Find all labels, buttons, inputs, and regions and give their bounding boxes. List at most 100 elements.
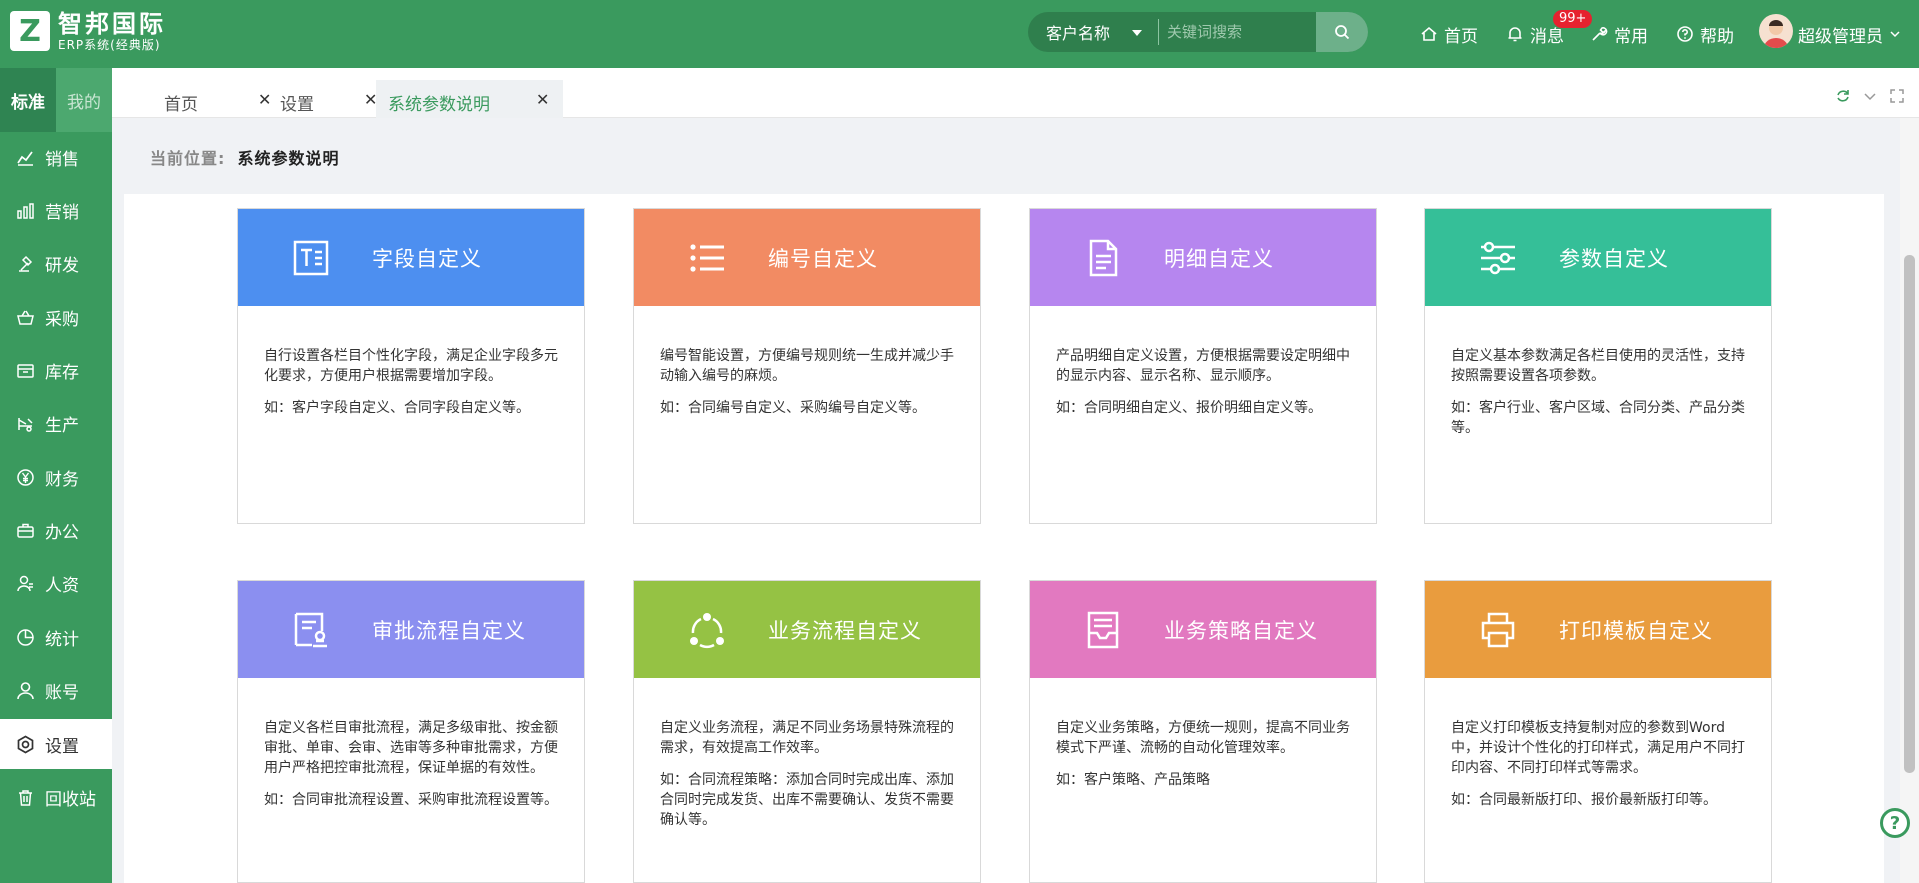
feature-card-title: 字段自定义 [372,246,482,271]
feature-card[interactable]: 业务流程自定义 自定义业务流程，满足不同业务场景特殊流程的需求，有效提高工作效率。… [633,580,981,883]
tab-home-label: 首页 [164,95,198,115]
home-icon [1421,26,1437,41]
basket-icon [17,310,34,325]
feature-card-description: 自定义打印模板支持复制对应的参数到Word中，并设计个性化的打印样式，满足用户不… [1451,720,1745,776]
sidebar-item-research[interactable]: 研发 [0,238,112,288]
caret-down-icon [1132,30,1142,36]
refresh-icon[interactable] [1835,88,1851,104]
nav-home[interactable]: 首页 [1420,0,1478,68]
user-menu[interactable]: 超级管理员 [1798,0,1907,68]
breadcrumb-current: 系统参数说明 [237,149,340,168]
sidebar-item-user[interactable]: 账号 [0,665,112,715]
sidebar-item-settings[interactable]: 设置 [0,719,112,769]
feature-card-title: 明细自定义 [1164,246,1274,271]
logo[interactable]: Z 智邦国际 ERP系统(经典版) [10,10,166,52]
brand-subtitle: ERP系统(经典版) [58,38,161,52]
production-icon [18,417,33,432]
feature-card-example: 如：客户行业、客户区域、合同分类、产品分类等。 [1451,400,1745,436]
help-float-button[interactable]: ? [1880,808,1910,838]
sidebar-tab-mine[interactable]: 我的 [56,68,112,132]
flow-icon [690,612,724,648]
sidebar-item-label: 人资 [45,575,79,596]
nav-help[interactable]: 帮助 [1676,0,1734,68]
sidebar-item-pie[interactable]: 统计 [0,612,112,662]
sidebar-item-inventory[interactable]: 库存 [0,345,112,395]
search-icon [1335,25,1350,40]
tab-settings[interactable]: 设置 ✕ [272,80,384,118]
pie-icon [17,628,34,646]
search-input[interactable] [1159,12,1319,52]
global-search: 客户名称 [1028,12,1368,52]
sidebar-tab-standard[interactable]: 标准 [0,68,56,132]
sidebar-item-label: 账号 [45,682,79,703]
sidebar: 标准 我的 销售营销研发 采购库存生产财务办公人资统计账号设置 回收站 [0,68,112,883]
chevron-down-icon[interactable] [1863,88,1877,104]
sidebar-item-label: 营销 [45,202,79,223]
feature-card-header[interactable]: 打印模板自定义 [1425,581,1771,678]
tab-home[interactable]: 首页 ✕ [132,80,272,118]
breadcrumb-label: 当前位置: [150,149,226,168]
tab-system-params[interactable]: 系统参数说明 ✕ [376,80,563,118]
sidebar-item-people[interactable]: 人资 [0,558,112,608]
feature-card-description: 自定义基本参数满足各栏目使用的灵活性，支持按照需要设置各项参数。 [1451,348,1745,384]
feature-card[interactable]: 审批流程自定义 自定义各栏目审批流程，满足多级审批、按金额审批、单审、会审、选审等… [237,580,585,883]
feature-card-example: 如：客户字段自定义、合同字段自定义等。 [264,400,530,416]
feature-card[interactable]: 编号自定义编号智能设置，方便编号规则统一生成并减少手动输入编号的麻烦。如：合同编… [633,208,981,524]
people-icon [17,575,33,591]
search-field-select[interactable]: 客户名称 [1028,12,1158,52]
chart-line-icon [17,150,33,166]
wrench-icon [1592,27,1608,41]
close-icon[interactable]: ✕ [258,90,271,109]
tab-bar: 首页 ✕ 设置 ✕ 系统参数说明 ✕ [112,68,1919,118]
nav-common[interactable]: 常用 [1590,0,1648,68]
sidebar-item-chart-line[interactable]: 销售 [0,132,112,182]
sidebar-tabs: 标准 我的 [0,68,112,132]
printer-icon [1481,612,1515,647]
sidebar-item-yen[interactable]: 财务 [0,452,112,502]
inventory-icon [17,363,34,378]
scrollbar-thumb[interactable] [1904,255,1915,773]
research-icon [19,255,33,272]
feature-card[interactable]: 打印模板自定义自定义打印模板支持复制对应的参数到Word中，并设计个性化的打印样… [1424,580,1772,883]
nav-messages[interactable]: 消息 [1506,0,1564,68]
feature-card[interactable]: 字段自定义自行设置各栏目个性化字段，满足企业字段多元化要求，方便用户根据需要增加… [237,208,585,524]
feature-card-header[interactable]: 编号自定义 [634,209,980,306]
feature-card-header[interactable]: 审批流程自定义 [238,581,584,678]
sidebar-item-briefcase[interactable]: 办公 [0,505,112,555]
feature-card-title: 参数自定义 [1559,246,1669,271]
close-icon[interactable]: ✕ [536,90,549,109]
sidebar-item-production[interactable]: 生产 [0,398,112,448]
sidebar-item-label: 库存 [45,362,79,383]
yen-icon [17,468,34,486]
messages-badge: 99+ [1553,10,1593,28]
feature-card-header[interactable]: 明细自定义 [1030,209,1376,306]
feature-card[interactable]: 业务策略自定义 自定义业务策略，方便统一规则，提高不同业务模式下严谨、流畅的自动化… [1029,580,1377,883]
search-button[interactable] [1316,12,1368,52]
feature-card[interactable]: 明细自定义产品明细自定义设置，方便根据需要设定明细中的显示内容、显示名称、显示顺… [1029,208,1377,524]
feature-card-example: 如：合同编号自定义、采购编号自定义等。 [660,400,926,416]
feature-card-description: 产品明细自定义设置，方便根据需要设定明细中的显示内容、显示名称、显示顺序。 [1056,348,1350,384]
settings-icon [17,735,34,753]
user-name: 超级管理员 [1798,26,1883,47]
fullscreen-icon[interactable] [1889,88,1905,104]
sidebar-item-basket[interactable]: 采购 [0,292,112,342]
trash-icon [19,789,32,806]
feature-card-body: 自定义业务流程，满足不同业务场景特殊流程的需求，有效提高工作效率。 如：合同流程策… [634,678,980,830]
sidebar-item-trash[interactable]: 回收站 [0,772,112,822]
feature-card-header[interactable]: 业务流程自定义 [634,581,980,678]
bell-icon [1508,27,1522,42]
avatar[interactable] [1759,14,1793,48]
feature-card[interactable]: 参数自定义自定义基本参数满足各栏目使用的灵活性，支持按照需要设置各项参数。 如：客… [1424,208,1772,524]
feature-card-body: 自定义基本参数满足各栏目使用的灵活性，支持按照需要设置各项参数。 如：客户行业、客… [1425,306,1771,438]
sidebar-item-bar-chart[interactable]: 营销 [0,185,112,235]
feature-card-example: 如：合同明细自定义、报价明细自定义等。 [1056,400,1322,416]
feature-card-title: 打印模板自定义 [1559,618,1713,643]
sliders-icon [1481,241,1515,274]
feature-card-body: 自行设置各栏目个性化字段，满足企业字段多元化要求，方便用户根据需要增加字段。 如：… [238,306,584,418]
sidebar-item-label: 财务 [45,469,79,490]
feature-card-description: 编号智能设置，方便编号规则统一生成并减少手动输入编号的麻烦。 [660,348,954,384]
feature-card-header[interactable]: 业务策略自定义 [1030,581,1376,678]
feature-card-header[interactable]: 字段自定义 [238,209,584,306]
feature-card-example: 如：客户策略、产品策略 [1056,772,1210,788]
feature-card-header[interactable]: 参数自定义 [1425,209,1771,306]
